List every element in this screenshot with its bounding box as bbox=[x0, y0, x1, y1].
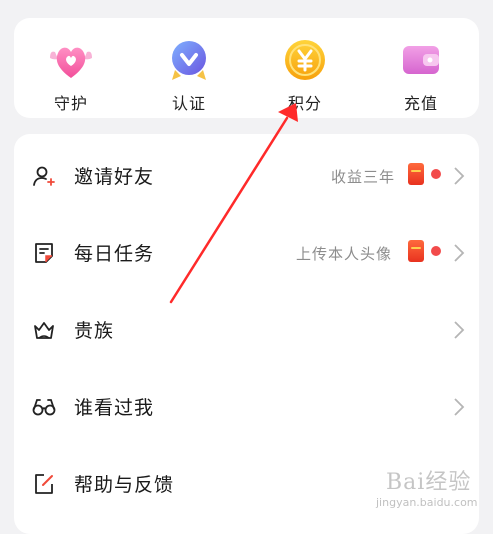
chevron-right-icon bbox=[454, 321, 465, 339]
invite-user-icon bbox=[33, 166, 55, 186]
menu-item-label: 谁看过我 bbox=[74, 397, 155, 419]
crown-icon bbox=[34, 322, 54, 339]
menu-item-noble[interactable]: 贵族 bbox=[14, 300, 479, 360]
shortcut-label: 充值 bbox=[403, 94, 438, 113]
menu-item-hint: 收益三年 bbox=[331, 168, 396, 186]
glasses-icon bbox=[32, 399, 56, 416]
chevron-right-icon bbox=[454, 244, 465, 262]
task-note-icon bbox=[35, 243, 53, 263]
feedback-edit-icon bbox=[35, 474, 53, 494]
notification-dot bbox=[431, 246, 441, 256]
shortcut-recharge[interactable]: 充值 bbox=[376, 38, 466, 114]
menu-item-hint: 上传本人头像 bbox=[296, 245, 393, 263]
menu-item-visitors[interactable]: 谁看过我 bbox=[14, 377, 479, 437]
watermark-logo: Bai经验 bbox=[386, 470, 472, 495]
menu-item-label: 邀请好友 bbox=[74, 166, 155, 188]
red-packet-icon bbox=[408, 163, 424, 185]
notification-dot bbox=[431, 169, 441, 179]
shortcut-label: 认证 bbox=[171, 94, 206, 113]
menu-item-label: 帮助与反馈 bbox=[74, 474, 175, 496]
chevron-right-icon bbox=[454, 167, 465, 185]
verified-badge-icon bbox=[172, 41, 206, 80]
shortcut-verify[interactable]: 认证 bbox=[144, 38, 234, 114]
shortcut-label: 守护 bbox=[53, 94, 88, 113]
watermark-url: jingyan.baidu.com bbox=[376, 496, 478, 509]
heart-wings-icon bbox=[50, 47, 92, 78]
shortcut-card: 守护 认证 积分 充值 bbox=[14, 18, 479, 118]
watermark: Bai经验 jingyan.baidu.com bbox=[372, 462, 482, 518]
shortcut-label: 积分 bbox=[287, 94, 322, 113]
chevron-right-icon bbox=[454, 398, 465, 416]
red-packet-icon bbox=[408, 240, 424, 262]
shortcut-points[interactable]: 积分 bbox=[260, 38, 350, 114]
menu-item-label: 贵族 bbox=[74, 320, 115, 342]
menu-item-invite[interactable]: 邀请好友 收益三年 bbox=[14, 146, 479, 206]
shortcut-guard[interactable]: 守护 bbox=[26, 38, 116, 114]
menu-item-label: 每日任务 bbox=[74, 243, 155, 265]
menu-item-daily-task[interactable]: 每日任务 上传本人头像 bbox=[14, 223, 479, 283]
wallet-icon bbox=[403, 46, 439, 74]
yuan-coin-icon bbox=[285, 40, 325, 80]
